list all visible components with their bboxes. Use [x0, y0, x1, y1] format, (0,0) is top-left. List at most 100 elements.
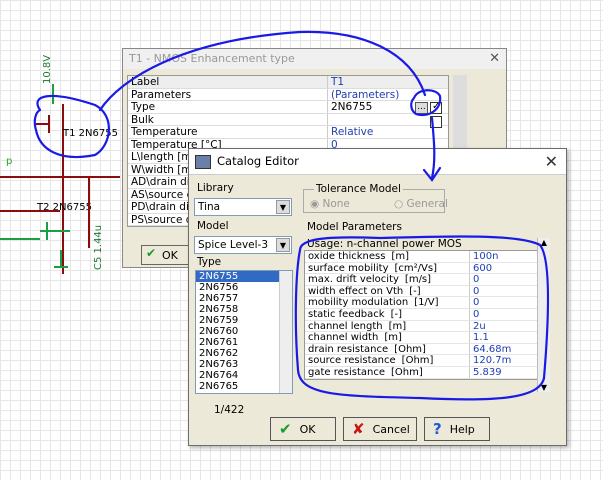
- t2-gate: [46, 222, 48, 240]
- t2-label[interactable]: T2 2N6755: [37, 202, 92, 213]
- param-row[interactable]: surface mobility [cm²/Vs] 600: [305, 262, 549, 275]
- type-list-item[interactable]: 2N6764: [196, 370, 292, 381]
- param-row[interactable]: drain resistance [Ohm] 64.68m: [305, 343, 549, 356]
- type-list-item[interactable]: 2N6765: [196, 381, 292, 392]
- gate-wire-t1: [36, 123, 48, 125]
- t2-symbol: [40, 230, 70, 232]
- t2-gate-wire: [0, 238, 40, 240]
- library-select[interactable]: Tina ▼: [194, 198, 292, 216]
- model-select[interactable]: Spice Level-3 ▼: [194, 236, 292, 254]
- cancel-button[interactable]: ✘ Cancel: [343, 417, 417, 441]
- property-value[interactable]: (Parameters): [328, 89, 448, 100]
- property-row[interactable]: Temperature Relative: [128, 126, 448, 139]
- param-row[interactable]: source resistance [Ohm] 120.7m: [305, 355, 549, 367]
- params-scrollbar[interactable]: ▲ ▼: [537, 238, 550, 392]
- property-row[interactable]: Bulk: [128, 113, 448, 126]
- param-unit: [m]: [391, 251, 409, 262]
- property-key: Temperature: [128, 126, 328, 138]
- tol-general-radio[interactable]: ○ General: [394, 198, 448, 210]
- type-list-item[interactable]: 2N6757: [196, 293, 292, 304]
- param-name: drain resistance [Ohm]: [305, 343, 470, 355]
- type-checkbox[interactable]: ✓: [430, 101, 442, 114]
- tol-none-radio[interactable]: ◉ None: [310, 198, 350, 210]
- type-label: Type: [197, 256, 222, 268]
- tol-general-label: General: [406, 198, 448, 210]
- param-row[interactable]: channel width [m] 1.1: [305, 332, 549, 344]
- close-icon[interactable]: ✕: [545, 152, 558, 171]
- param-name: source resistance [Ohm]: [305, 355, 470, 366]
- grid-header-value: T1: [331, 76, 345, 88]
- type-list-item[interactable]: 2N6756: [196, 282, 292, 293]
- model-label: Model: [197, 220, 229, 232]
- type-list-item[interactable]: 2N6758: [196, 304, 292, 315]
- param-row[interactable]: gate resistance [Ohm] 5.839: [305, 366, 549, 379]
- property-row[interactable]: Type 2N6755: [128, 101, 448, 114]
- type-list-item[interactable]: 2N6755: [196, 271, 292, 282]
- supply-wire: [52, 84, 54, 104]
- param-name: gate resistance [Ohm]: [305, 366, 470, 378]
- type-list-scrollbar[interactable]: [279, 271, 292, 393]
- chevron-down-icon[interactable]: ▼: [276, 238, 290, 252]
- ok-label: OK: [299, 422, 316, 436]
- t1-dialog-title: T1 - NMOS Enhancement type: [123, 49, 506, 69]
- param-name: mobility modulation [1/V]: [305, 297, 470, 308]
- param-name: oxide thickness [m]: [305, 251, 470, 262]
- bulk-checkbox[interactable]: [430, 116, 442, 128]
- ground-symbol: [54, 266, 68, 268]
- param-unit: [Ohm]: [401, 355, 434, 366]
- param-unit: [1/V]: [414, 297, 439, 308]
- t1-label[interactable]: T1 2N6755: [63, 128, 118, 139]
- param-row[interactable]: width effect on Vth [-] 0: [305, 285, 549, 298]
- param-name-text: max. drift velocity: [308, 274, 399, 285]
- type-list-item[interactable]: 2N6762: [196, 348, 292, 359]
- param-row[interactable]: oxide thickness [m] 100n: [305, 251, 549, 263]
- param-row[interactable]: channel length [m] 2u: [305, 320, 549, 333]
- param-unit: [m/s]: [404, 274, 432, 285]
- type-list-item[interactable]: 2N6760: [196, 326, 292, 337]
- type-list-item[interactable]: 2N6759: [196, 315, 292, 326]
- param-row[interactable]: max. drift velocity [m/s] 0: [305, 274, 549, 286]
- ok-button[interactable]: ✔ OK: [270, 417, 336, 441]
- library-value: Tina: [198, 201, 221, 213]
- param-name-text: source resistance: [308, 355, 396, 366]
- param-row[interactable]: static feedback [-] 0: [305, 308, 549, 321]
- node-wire: [0, 176, 120, 178]
- property-row[interactable]: Parameters (Parameters): [128, 88, 448, 101]
- chevron-down-icon[interactable]: ▼: [276, 200, 290, 214]
- param-unit: [Ohm]: [391, 366, 423, 378]
- type-list-item[interactable]: 2N6763: [196, 359, 292, 370]
- catalog-icon: [195, 155, 211, 169]
- param-unit: [cm²/Vs]: [394, 262, 438, 274]
- param-name: surface mobility [cm²/Vs]: [305, 262, 470, 274]
- param-unit: [-]: [390, 308, 402, 320]
- help-label: Help: [449, 422, 475, 436]
- t1-ok-label: OK: [162, 249, 178, 262]
- chevron-down-icon[interactable]: ▼: [538, 383, 550, 392]
- t1-symbol: [48, 115, 50, 133]
- ellipsis-label: ...: [417, 102, 426, 112]
- param-unit: [m]: [384, 332, 402, 343]
- close-icon[interactable]: ✕: [489, 51, 500, 66]
- tol-none-label: None: [322, 198, 350, 210]
- library-label: Library: [197, 182, 234, 194]
- model-params-table: oxide thickness [m] 100n surface mobility [c…: [304, 250, 550, 380]
- param-unit: [m]: [388, 320, 407, 332]
- check-icon: ✔: [279, 420, 292, 438]
- param-name-text: oxide thickness: [308, 251, 386, 262]
- usage-text: Usage: n-channel power MOS: [307, 238, 462, 250]
- param-name-text: channel width: [308, 332, 379, 343]
- cross-icon: ✘: [352, 420, 365, 438]
- ellipsis-button[interactable]: ...: [415, 102, 428, 114]
- param-name-text: channel length: [308, 320, 383, 332]
- param-name: static feedback [-]: [305, 308, 470, 320]
- type-list-item[interactable]: 2N6761: [196, 337, 292, 348]
- chevron-up-icon[interactable]: ▲: [538, 238, 550, 247]
- grid-header: Label T1: [128, 76, 448, 89]
- cap-label[interactable]: C5 1.44u: [93, 225, 104, 270]
- help-button[interactable]: ? Help: [424, 417, 490, 441]
- type-list[interactable]: 2N6755 2N6756 2N6757 2N6758 2N6759 2N6760 2N67…: [195, 270, 293, 394]
- param-name-text: drain resistance: [308, 343, 389, 355]
- annotation-circle-t1: [33, 94, 110, 159]
- param-unit: [-]: [409, 285, 421, 297]
- param-row[interactable]: mobility modulation [1/V] 0: [305, 297, 549, 309]
